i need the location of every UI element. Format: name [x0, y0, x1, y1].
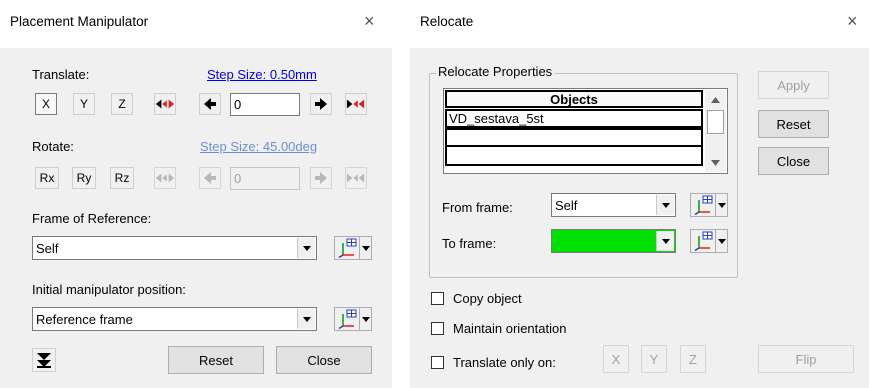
translate-only-y-button[interactable]: Y	[641, 345, 667, 373]
close-icon[interactable]: ×	[847, 12, 858, 30]
to-frame-picker-button[interactable]	[690, 229, 728, 253]
scroll-thumb[interactable]	[707, 110, 724, 134]
table-row[interactable]	[445, 128, 703, 147]
frame-axes-icon	[338, 309, 357, 329]
objects-header: Objects	[445, 90, 703, 108]
rotate-rz-button[interactable]: Rz	[110, 167, 134, 189]
table-row[interactable]	[445, 147, 703, 166]
from-frame-label: From frame:	[442, 200, 513, 215]
rotate-ry-button[interactable]: Ry	[72, 167, 96, 189]
frame-axes-icon	[694, 195, 713, 215]
step-max-icon	[346, 173, 365, 183]
step-min-icon	[155, 99, 175, 109]
frame-of-reference-label: Frame of Reference:	[32, 211, 152, 226]
rotate-label: Rotate:	[32, 139, 74, 154]
from-frame-value: Self	[555, 197, 578, 213]
frame-picker-button[interactable]	[334, 236, 372, 260]
chevron-down-icon[interactable]	[297, 309, 315, 329]
translate-z-button[interactable]: Z	[111, 93, 133, 115]
relocate-dialog: Relocate × Relocate Properties Objects V…	[410, 0, 869, 388]
close-icon[interactable]: ×	[364, 12, 375, 30]
scroll-down-icon[interactable]	[711, 160, 720, 166]
to-frame-select[interactable]	[551, 229, 676, 253]
expand-button[interactable]	[32, 348, 56, 372]
table-scrollbar[interactable]	[705, 90, 726, 172]
double-chevron-down-icon	[37, 353, 51, 368]
rotate-step-size-link[interactable]: Step Size: 45.00deg	[200, 139, 317, 154]
translate-increment-button[interactable]	[310, 93, 332, 115]
rotate-min-button[interactable]	[154, 167, 176, 189]
step-min-icon	[155, 173, 175, 183]
translate-min-button[interactable]	[154, 93, 176, 115]
translate-only-x-button[interactable]: X	[603, 345, 629, 373]
title-bar: Relocate ×	[410, 0, 869, 48]
chevron-down-icon[interactable]	[715, 194, 727, 216]
from-frame-picker-button[interactable]	[690, 193, 728, 217]
initial-position-select[interactable]: Reference frame	[32, 307, 317, 331]
apply-button[interactable]: Apply	[758, 71, 829, 99]
frame-of-reference-select[interactable]: Self	[32, 236, 317, 260]
relocate-properties-label: Relocate Properties	[436, 64, 555, 79]
translate-value-input[interactable]: 0	[230, 93, 300, 116]
translate-label: Translate:	[32, 67, 90, 82]
arrow-right-icon	[315, 98, 327, 110]
maintain-orientation-label: Maintain orientation	[453, 321, 567, 336]
frame-of-reference-value: Self	[36, 240, 59, 256]
rotate-decrement-button[interactable]	[199, 167, 221, 189]
maintain-orientation-checkbox[interactable]	[431, 322, 444, 335]
initial-position-label: Initial manipulator position:	[32, 282, 186, 297]
to-frame-label: To frame:	[442, 236, 497, 251]
copy-object-checkbox[interactable]	[431, 292, 444, 305]
frame-axes-icon	[694, 231, 713, 251]
translate-max-button[interactable]	[345, 93, 367, 115]
reset-button[interactable]: Reset	[758, 110, 829, 138]
placement-manipulator-dialog: Placement Manipulator × Translate: Step …	[0, 0, 392, 388]
translate-step-size-link[interactable]: Step Size: 0.50mm	[207, 67, 317, 82]
from-frame-select[interactable]: Self	[551, 193, 676, 217]
initial-frame-picker-button[interactable]	[334, 307, 372, 331]
close-button[interactable]: Close	[276, 346, 372, 374]
step-max-icon	[346, 99, 365, 109]
arrow-right-icon	[315, 172, 327, 184]
chevron-down-icon[interactable]	[359, 308, 371, 330]
flip-button[interactable]: Flip	[758, 345, 854, 373]
rotate-max-button[interactable]	[345, 167, 367, 189]
copy-object-label: Copy object	[453, 291, 522, 306]
rotate-rx-button[interactable]: Rx	[35, 167, 59, 189]
rotate-value-input[interactable]: 0	[230, 167, 300, 190]
translate-y-button[interactable]: Y	[73, 93, 95, 115]
translate-x-button[interactable]: X	[35, 93, 57, 115]
chevron-down-icon[interactable]	[297, 238, 315, 258]
chevron-down-icon[interactable]	[656, 195, 674, 215]
dialog-title: Placement Manipulator	[10, 14, 149, 29]
chevron-down-icon[interactable]	[656, 231, 674, 251]
dialog-title: Relocate	[420, 14, 474, 29]
translate-only-checkbox[interactable]	[431, 356, 444, 369]
initial-position-value: Reference frame	[36, 311, 133, 327]
chevron-down-icon[interactable]	[715, 230, 727, 252]
table-row[interactable]: VD_sestava_5st	[445, 109, 703, 128]
translate-only-label: Translate only on:	[453, 355, 556, 370]
close-button[interactable]: Close	[758, 147, 829, 175]
translate-only-z-button[interactable]: Z	[680, 345, 706, 373]
rotate-increment-button[interactable]	[310, 167, 332, 189]
reset-button[interactable]: Reset	[168, 346, 264, 374]
translate-decrement-button[interactable]	[199, 93, 221, 115]
chevron-down-icon[interactable]	[359, 237, 371, 259]
arrow-left-icon	[204, 172, 216, 184]
objects-table[interactable]: Objects VD_sestava_5st	[443, 88, 728, 174]
arrow-left-icon	[204, 98, 216, 110]
frame-axes-icon	[338, 238, 357, 258]
title-bar: Placement Manipulator ×	[0, 0, 392, 48]
scroll-up-icon[interactable]	[711, 97, 720, 103]
